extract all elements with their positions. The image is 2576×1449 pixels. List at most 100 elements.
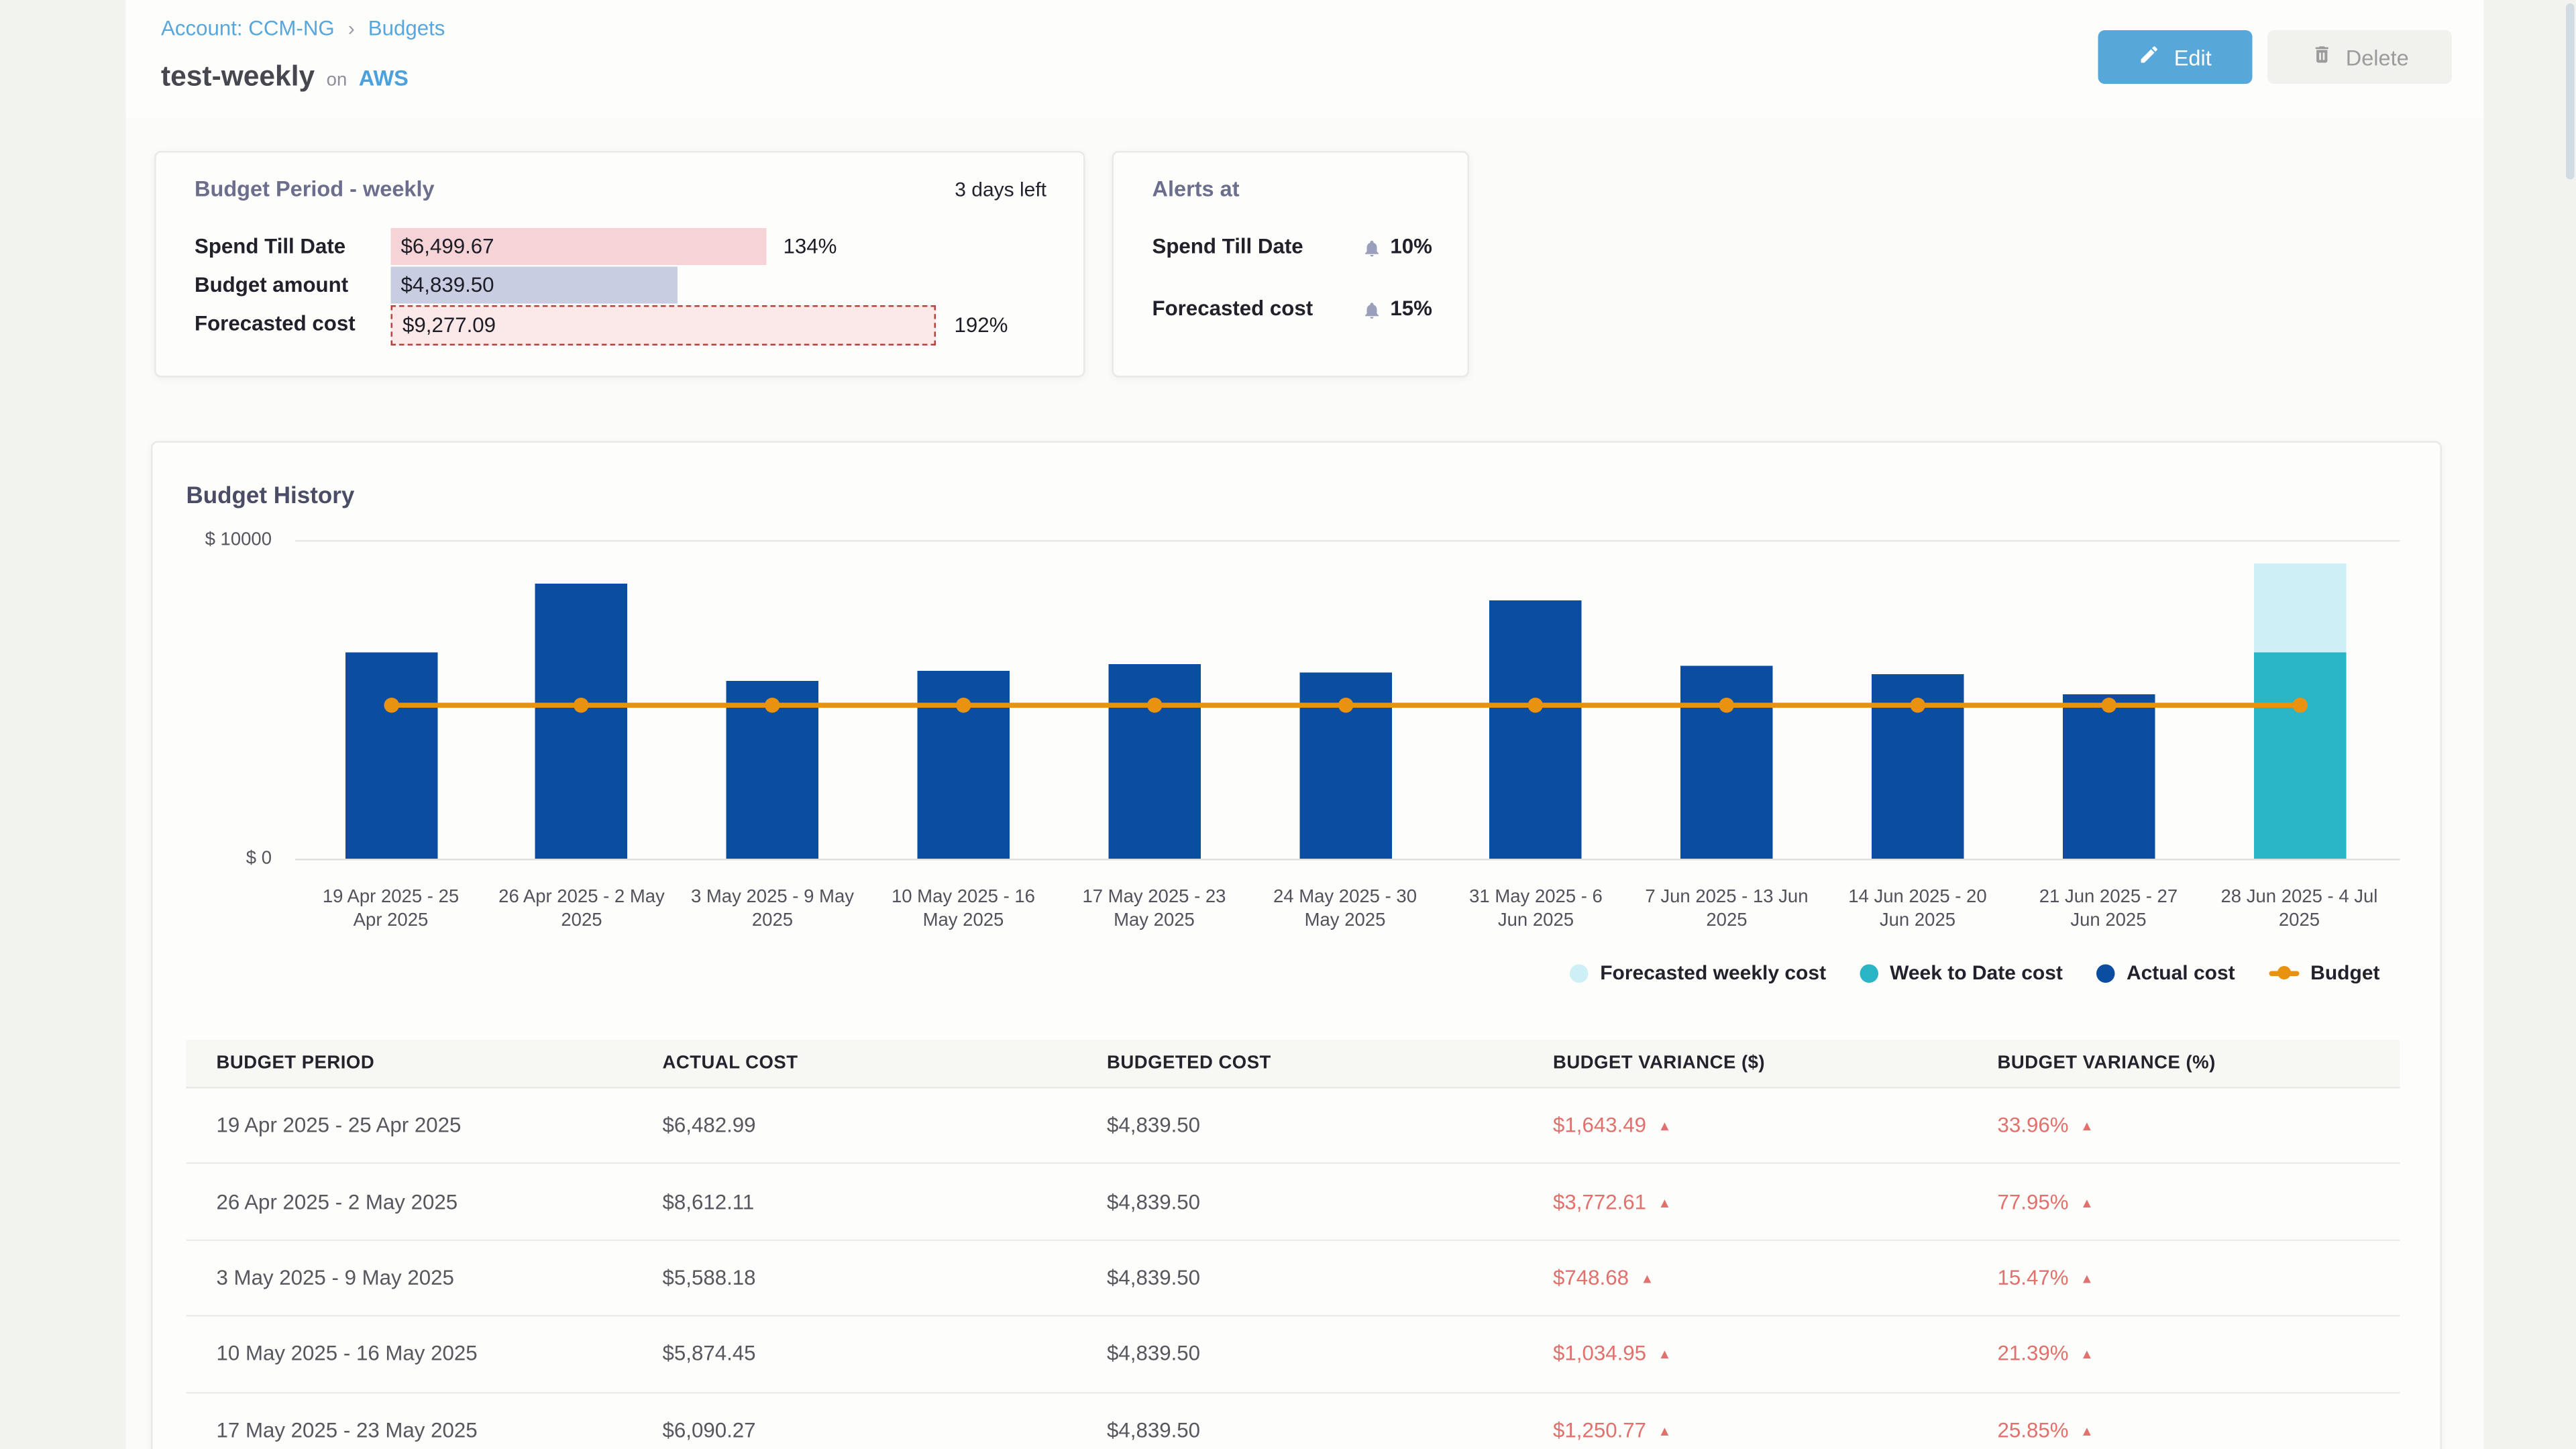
cell-variance-usd: $1,643.49▲ (1523, 1114, 1968, 1137)
breadcrumb-account-link[interactable]: Account: CCM-NG (161, 17, 335, 40)
actual-cost-bar (535, 584, 628, 859)
table-row: 19 Apr 2025 - 25 Apr 2025 $6,482.99 $4,8… (186, 1089, 2400, 1165)
budget-amount-value: $4,839.50 (391, 274, 494, 297)
cell-budgeted-cost: $4,839.50 (1077, 1418, 1523, 1442)
variance-up-arrow-icon: ▲ (1658, 1195, 1672, 1210)
actual-cost-bar (1490, 600, 1582, 859)
budget-line-marker (1910, 697, 1925, 712)
spend-till-date-bar: $6,499.67 (391, 228, 767, 265)
legend-item-week_to_date[interactable]: Week to Date cost (1860, 961, 2063, 985)
cell-actual-cost: $8,612.11 (633, 1190, 1077, 1214)
table-row: 17 May 2025 - 23 May 2025 $6,090.27 $4,8… (186, 1393, 2400, 1449)
legend-label: Actual cost (2127, 961, 2235, 985)
cloud-provider-label: AWS (359, 66, 409, 91)
budget-detail-page: Account: CCM-NG › Budgets test-weekly on… (0, 0, 2576, 1449)
cell-budgeted-cost: $4,839.50 (1077, 1114, 1523, 1137)
title-connector: on (327, 70, 347, 91)
trash-icon (2310, 44, 2332, 70)
alerts-card: Alerts at Spend Till Date 10% Forecasted… (1112, 151, 1470, 378)
alert-spend-threshold: 10% (1390, 235, 1432, 258)
col-budget-variance-pct: BUDGET VARIANCE (%) (1968, 1040, 2400, 1087)
variance-up-arrow-icon: ▲ (2080, 1424, 2094, 1439)
x-axis-label: 3 May 2025 - 9 May 2025 (688, 888, 856, 933)
forecasted-weekly-bar (2253, 563, 2346, 651)
legend-item-budget_line[interactable]: Budget (2269, 961, 2380, 985)
week-to-date-bar (2253, 651, 2346, 859)
variance-up-arrow-icon: ▲ (1658, 1347, 1672, 1362)
budget-line-marker (956, 697, 971, 712)
forecast-legend-dot-icon (1570, 963, 1589, 982)
col-budget-period: BUDGET PERIOD (186, 1040, 633, 1087)
forecasted-cost-label: Forecasted cost (195, 305, 356, 342)
cell-actual-cost: $6,090.27 (633, 1418, 1077, 1442)
x-axis-label: 19 Apr 2025 - 25 Apr 2025 (307, 888, 475, 933)
table-row: 10 May 2025 - 16 May 2025 $5,874.45 $4,8… (186, 1317, 2400, 1393)
x-axis-label: 17 May 2025 - 23 May 2025 (1070, 888, 1238, 933)
forecasted-cost-percent: 192% (955, 307, 1008, 344)
delete-button[interactable]: Delete (2267, 30, 2452, 84)
actual-cost-bar (1108, 665, 1201, 859)
table-row: 3 May 2025 - 9 May 2025 $5,588.18 $4,839… (186, 1240, 2400, 1316)
bell-icon (1362, 237, 1382, 257)
variance-up-arrow-icon: ▲ (2080, 1347, 2094, 1362)
budget-history-card: Budget History $ 10000 $ 0 19 Apr 2025 -… (151, 441, 2442, 1449)
table-body: 19 Apr 2025 - 25 Apr 2025 $6,482.99 $4,8… (186, 1089, 2400, 1449)
bell-icon (1362, 299, 1382, 319)
alerts-card-title: Alerts at (1152, 176, 1240, 202)
chevron-right-icon: › (348, 17, 355, 40)
cell-actual-cost: $5,588.18 (633, 1266, 1077, 1289)
variance-up-arrow-icon: ▲ (2080, 1271, 2094, 1287)
cell-actual-cost: $6,482.99 (633, 1114, 1077, 1137)
cell-variance-pct: 15.47%▲ (1968, 1266, 2400, 1289)
chart-title: Budget History (186, 482, 355, 508)
x-axis-label: 26 Apr 2025 - 2 May 2025 (498, 888, 665, 933)
budget-line-legend-icon (2269, 970, 2299, 975)
page-title: test-weekly (161, 60, 315, 94)
variance-up-arrow-icon: ▲ (1640, 1271, 1654, 1287)
x-axis-label: 21 Jun 2025 - 27 Jun 2025 (2025, 888, 2192, 933)
cell-budgeted-cost: $4,839.50 (1077, 1190, 1523, 1214)
x-axis-label: 7 Jun 2025 - 13 Jun 2025 (1643, 888, 1811, 933)
cell-variance-usd: $3,772.61▲ (1523, 1190, 1968, 1214)
cell-actual-cost: $5,874.45 (633, 1342, 1077, 1366)
spend-till-date-value: $6,499.67 (391, 235, 494, 258)
x-axis-label: 14 Jun 2025 - 20 Jun 2025 (1833, 888, 2001, 933)
alert-spend-label: Spend Till Date (1152, 235, 1362, 258)
days-left-label: 3 days left (955, 178, 1046, 201)
budget-amount-bar: $4,839.50 (391, 267, 678, 304)
table-header-row: BUDGET PERIOD ACTUAL COST BUDGETED COST … (186, 1040, 2400, 1089)
gridline-10000 (295, 540, 2400, 542)
legend-item-actual[interactable]: Actual cost (2096, 961, 2235, 985)
budget-line-marker (2101, 697, 2116, 712)
cell-budget-period: 19 Apr 2025 - 25 Apr 2025 (186, 1114, 633, 1137)
spend-till-date-percent: 134% (784, 228, 837, 265)
cell-variance-usd: $1,034.95▲ (1523, 1342, 1968, 1366)
y-axis-tick-max: $ 10000 (153, 530, 272, 550)
legend-item-forecast[interactable]: Forecasted weekly cost (1570, 961, 1826, 985)
alert-row-forecast: Forecasted cost 15% (1152, 295, 1433, 322)
alert-forecast-threshold: 15% (1390, 297, 1432, 321)
breadcrumb: Account: CCM-NG › Budgets (161, 17, 445, 40)
legend-label: Week to Date cost (1890, 961, 2063, 985)
x-axis-line (295, 859, 2400, 861)
cell-variance-pct: 77.95%▲ (1968, 1190, 2400, 1214)
week_to_date-legend-dot-icon (1860, 963, 1878, 982)
budget-amount-label: Budget amount (195, 267, 348, 304)
breadcrumb-budgets-link[interactable]: Budgets (368, 17, 445, 40)
budget-line-marker (1146, 697, 1162, 712)
chart-legend: Forecasted weekly cost Week to Date cost A… (1570, 961, 2379, 985)
title-row: test-weekly on AWS (161, 60, 409, 94)
y-axis-tick-zero: $ 0 (153, 849, 272, 869)
edit-button-label: Edit (2174, 44, 2212, 70)
budget-period-card-title: Budget Period - weekly (195, 176, 435, 202)
x-axis-label: 28 Jun 2025 - 4 Jul 2025 (2216, 888, 2383, 933)
edit-button[interactable]: Edit (2098, 30, 2253, 84)
x-axis-label: 31 May 2025 - 6 Jun 2025 (1452, 888, 1619, 933)
alert-row-spend: Spend Till Date 10% (1152, 233, 1433, 260)
actual-legend-dot-icon (2096, 963, 2115, 982)
vertical-scrollbar-thumb[interactable] (2566, 3, 2575, 180)
cell-variance-pct: 33.96%▲ (1968, 1114, 2400, 1137)
cell-variance-pct: 21.39%▲ (1968, 1342, 2400, 1366)
legend-label: Budget (2310, 961, 2379, 985)
col-actual-cost: ACTUAL COST (633, 1040, 1077, 1087)
